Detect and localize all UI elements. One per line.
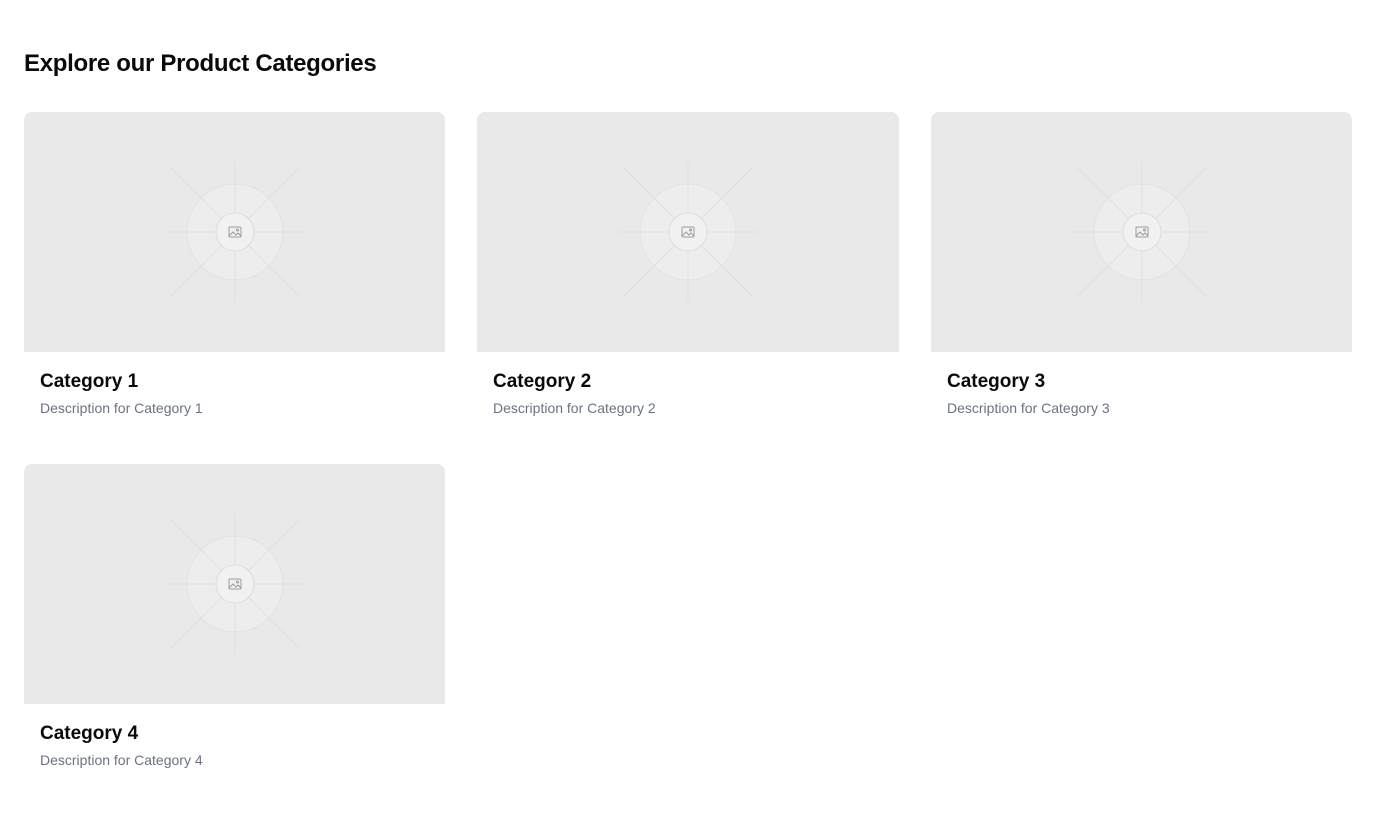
image-placeholder-icon [1071, 162, 1212, 302]
category-image-placeholder [24, 112, 445, 352]
image-placeholder-icon [164, 514, 305, 654]
image-placeholder-icon [164, 162, 305, 302]
category-description: Description for Category 4 [40, 752, 203, 768]
page: Explore our Product Categories Category … [0, 0, 1376, 832]
category-card[interactable]: Category 3 Description for Category 3 [931, 112, 1352, 432]
category-title[interactable]: Category 1 [40, 370, 429, 394]
category-image-placeholder [24, 464, 445, 704]
category-image-placeholder [477, 112, 899, 352]
page-title: Explore our Product Categories [24, 50, 377, 77]
category-card[interactable]: Category 1 Description for Category 1 [24, 112, 445, 432]
category-card[interactable]: Category 4 Description for Category 4 [24, 464, 445, 784]
category-description: Description for Category 3 [947, 400, 1110, 416]
category-title[interactable]: Category 2 [493, 370, 883, 394]
category-image-placeholder [931, 112, 1352, 352]
category-grid: Category 1 Description for Category 1 Ca… [24, 112, 1352, 784]
category-title[interactable]: Category 4 [40, 722, 429, 746]
category-description: Description for Category 2 [493, 400, 656, 416]
category-title[interactable]: Category 3 [947, 370, 1336, 394]
category-card[interactable]: Category 2 Description for Category 2 [477, 112, 899, 432]
image-placeholder-icon [618, 162, 758, 302]
category-description: Description for Category 1 [40, 400, 203, 416]
